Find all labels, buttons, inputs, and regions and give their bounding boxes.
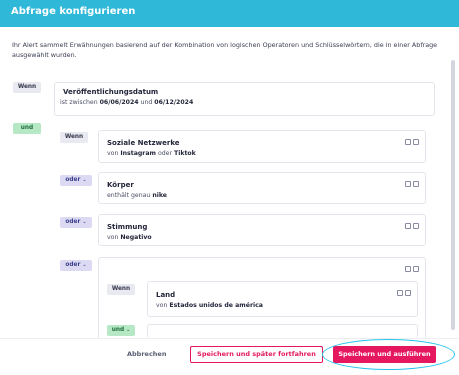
delete-icon[interactable]	[413, 181, 419, 187]
card-actions	[395, 289, 411, 297]
date-condition-value: ist zwischen 06/06/2024 und 06/12/2024	[60, 99, 194, 106]
operator-und-root[interactable]: und	[13, 123, 41, 134]
operator-oder-body[interactable]: oder ⌄	[60, 175, 92, 186]
date-condition-card[interactable]: Veröffentlichungsdatum ist zwischen 06/0…	[54, 82, 435, 116]
social-networks-title: Soziale Netzwerke	[107, 139, 180, 147]
next-condition-card[interactable]	[147, 324, 418, 338]
card-actions	[403, 222, 419, 230]
operator-oder-group[interactable]: oder ⌄	[60, 260, 92, 271]
scrollbar-thumb[interactable]	[451, 60, 455, 330]
intro-text: Ihr Alert sammelt Erwähnungen basierend …	[12, 41, 438, 59]
copy-icon[interactable]	[405, 266, 411, 272]
country-condition-card[interactable]: Land von Estados unidos de américa	[147, 281, 418, 317]
operator-und-nested[interactable]: und ⌄	[107, 325, 135, 336]
country-condition-title: Land	[156, 291, 176, 299]
body-condition-card[interactable]: Körper enthält genau nike	[98, 172, 426, 204]
delete-icon[interactable]	[405, 290, 411, 296]
copy-icon[interactable]	[405, 181, 411, 187]
operator-oder-sentiment[interactable]: oder ⌄	[60, 217, 92, 228]
copy-icon[interactable]	[405, 223, 411, 229]
sentiment-condition-title: Stimmung	[107, 223, 148, 231]
card-actions	[403, 138, 419, 146]
delete-icon[interactable]	[413, 139, 419, 145]
chevron-down-icon: ⌄	[126, 327, 131, 333]
operator-wenn-date: Wenn	[13, 82, 41, 93]
copy-icon[interactable]	[405, 139, 411, 145]
dialog-header: Abfrage konfigurieren	[0, 0, 459, 27]
operator-wenn-social: Wenn	[60, 132, 88, 143]
sentiment-condition-card[interactable]: Stimmung von Negativo	[98, 214, 426, 246]
body-condition-value: enthält genau nike	[107, 192, 167, 199]
date-condition-title: Veröffentlichungsdatum	[63, 88, 159, 96]
body-condition-title: Körper	[107, 181, 134, 189]
delete-icon[interactable]	[413, 266, 419, 272]
social-networks-value: von Instagram oder Tiktok	[107, 150, 196, 157]
highlight-annotation	[322, 339, 455, 370]
country-condition-value: von Estados unidos de américa	[156, 302, 263, 309]
copy-icon[interactable]	[397, 290, 403, 296]
dialog-title: Abfrage konfigurieren	[11, 6, 136, 17]
group-actions	[403, 265, 419, 273]
delete-icon[interactable]	[413, 223, 419, 229]
sentiment-condition-value: von Negativo	[107, 234, 152, 241]
chevron-down-icon: ⌄	[82, 262, 87, 268]
social-networks-card[interactable]: Soziale Netzwerke von Instagram oder Tik…	[98, 130, 426, 163]
save-and-continue-later-button[interactable]: Speichern und später fortfahren	[190, 346, 323, 363]
chevron-down-icon: ⌄	[82, 219, 87, 225]
card-actions	[403, 180, 419, 188]
cancel-button[interactable]: Abbrechen	[127, 350, 166, 358]
chevron-down-icon: ⌄	[82, 177, 87, 183]
operator-wenn-country: Wenn	[107, 284, 135, 295]
